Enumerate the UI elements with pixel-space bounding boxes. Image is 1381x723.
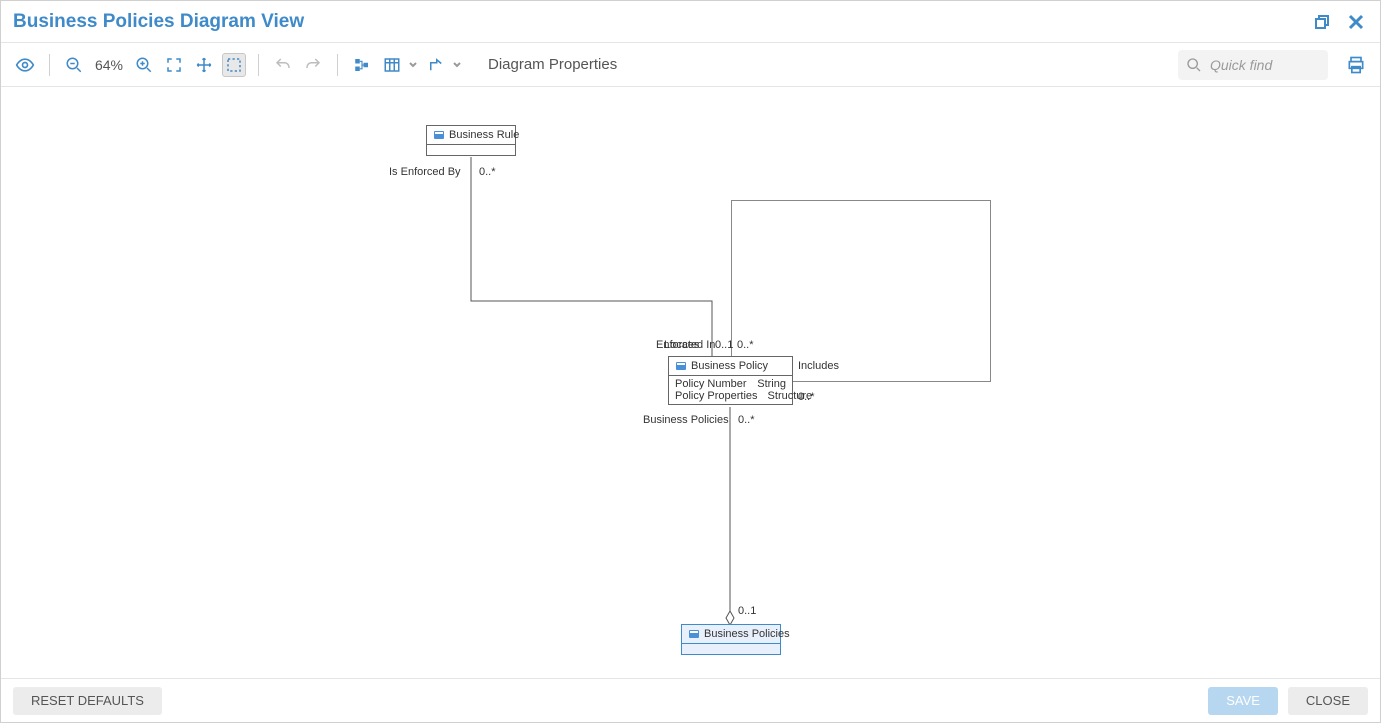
edge-label: Includes [798,360,839,372]
edge-multiplicity: 0..* [738,414,755,426]
quick-find-box[interactable] [1178,50,1328,80]
node-title: Business Policies [704,628,790,640]
visibility-icon[interactable] [13,53,37,77]
print-icon[interactable] [1344,53,1368,77]
container-rect[interactable] [731,200,991,382]
reset-defaults-button[interactable]: RESET DEFAULTS [13,687,162,715]
edge-multiplicity: 0..1 [738,605,756,617]
edge-label: Located In [664,339,715,351]
edge-multiplicity: 0..1 [715,339,733,351]
close-icon[interactable] [1344,10,1368,34]
search-icon [1186,57,1202,73]
attr-type: String [757,378,786,390]
edge-multiplicity: 0..* [737,339,754,351]
node-title: Business Rule [449,129,519,141]
attr-name: Policy Properties [675,390,758,402]
diagram-properties-link[interactable]: Diagram Properties [488,56,617,73]
entity-icon [688,628,700,640]
header-bar: Business Policies Diagram View [1,1,1380,43]
quick-find-input[interactable] [1208,56,1320,74]
edge-label: Is Enforced By [389,166,461,178]
toolbar-divider [49,54,50,76]
pan-icon[interactable] [192,53,216,77]
window: Business Policies Diagram View [0,0,1381,723]
chevron-down-icon[interactable] [452,60,462,70]
undo-icon[interactable] [271,53,295,77]
entity-icon [433,129,445,141]
table-icon[interactable] [380,53,404,77]
layout-icon[interactable] [350,53,374,77]
header-actions [1310,10,1368,34]
zoom-percent: 64% [92,57,126,73]
zoom-out-icon[interactable] [62,53,86,77]
restore-window-icon[interactable] [1310,10,1334,34]
fit-screen-icon[interactable] [162,53,186,77]
node-business-policy[interactable]: Business Policy Policy Number String Pol… [668,356,793,405]
edge-label: Business Policies [643,414,729,426]
diagram-canvas[interactable]: Business Rule Is Enforced By 0..* Busine… [1,87,1380,678]
routing-icon[interactable] [424,53,448,77]
edge-multiplicity: 0..* [479,166,496,178]
toolbar-divider [337,54,338,76]
selection-icon[interactable] [222,53,246,77]
page-title: Business Policies Diagram View [13,11,1310,33]
edge-multiplicity: 0..* [798,391,815,403]
toolbar-divider [258,54,259,76]
node-title: Business Policy [691,360,768,372]
redo-icon[interactable] [301,53,325,77]
chevron-down-icon[interactable] [408,60,418,70]
node-business-policies[interactable]: Business Policies [681,624,781,655]
entity-icon [675,360,687,372]
attr-name: Policy Number [675,378,747,390]
toolbar: 64% [1,43,1380,87]
save-button[interactable]: SAVE [1208,687,1278,715]
close-button[interactable]: CLOSE [1288,687,1368,715]
footer-bar: RESET DEFAULTS SAVE CLOSE [1,678,1380,722]
node-business-rule[interactable]: Business Rule [426,125,516,156]
zoom-in-icon[interactable] [132,53,156,77]
